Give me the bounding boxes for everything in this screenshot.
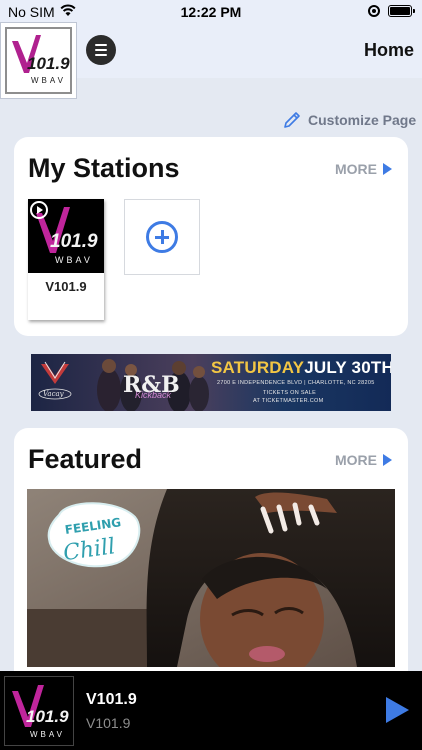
battery-icon: [388, 5, 415, 17]
clock: 12:22 PM: [180, 4, 242, 20]
featured-more-button[interactable]: MORE: [335, 452, 392, 468]
more-label: MORE: [335, 452, 377, 468]
now-playing-artwork: 101.9 WBAV: [4, 676, 74, 746]
ad-address: 2700 E INDEPENDENCE BLVD | CHARLOTTE, NC…: [217, 380, 375, 386]
ad-day: SATURDAY: [211, 358, 305, 377]
ad-date: JULY 30TH: [304, 358, 391, 377]
ad-tickets-line-1: TICKETS ON SALE: [263, 390, 317, 396]
menu-icon-line: [95, 49, 107, 51]
svg-text:WBAV: WBAV: [30, 730, 65, 739]
featured-card: Featured MORE FEELING Chill: [14, 428, 408, 688]
ad-event-subtitle: Kickback: [135, 390, 172, 400]
play-circle-icon: [30, 201, 48, 219]
station-logo[interactable]: 101.9 WBAV: [0, 22, 77, 99]
station-artwork: 101.9 WBAV: [28, 199, 104, 273]
now-playing-title: V101.9: [86, 691, 137, 708]
my-stations-more-button[interactable]: MORE: [335, 161, 392, 177]
customize-page-button[interactable]: Customize Page: [282, 110, 416, 130]
menu-button[interactable]: [86, 35, 116, 65]
pencil-icon: [284, 112, 300, 128]
svg-text:101.9: 101.9: [27, 54, 70, 73]
featured-image[interactable]: FEELING Chill: [27, 489, 395, 667]
play-arrow-icon: [383, 454, 392, 466]
orientation-lock-icon: [368, 5, 380, 17]
v1019-logo-icon: 101.9 WBAV: [5, 27, 72, 94]
svg-text:WBAV: WBAV: [55, 255, 93, 265]
v1019-logo-icon: 101.9 WBAV: [12, 685, 69, 739]
ad-banner[interactable]: Vacay R&B Kickback SATURDAYJULY 30TH 270…: [31, 354, 391, 411]
now-playing-subtitle: V101.9: [86, 715, 131, 731]
ad-brand: Vacay: [43, 390, 65, 398]
vacay-logo-icon: Vacay: [38, 361, 72, 400]
add-station-button[interactable]: [124, 199, 200, 275]
my-stations-card: My Stations MORE 101.9 WBAV V101.9: [14, 137, 408, 336]
menu-icon-line: [95, 54, 107, 56]
plus-circle-icon: [146, 221, 178, 253]
menu-icon: [95, 44, 107, 46]
ad-tickets-line-2: AT TICKETMASTER.COM: [253, 398, 324, 404]
station-label: V101.9: [45, 279, 87, 294]
svg-text:101.9: 101.9: [50, 231, 98, 252]
svg-text:101.9: 101.9: [26, 707, 69, 726]
svg-text:WBAV: WBAV: [31, 76, 66, 85]
now-playing-bar[interactable]: 101.9 WBAV V101.9 V101.9: [0, 671, 422, 750]
my-stations-title: My Stations: [28, 153, 180, 183]
page-title: Home: [363, 40, 414, 60]
play-icon[interactable]: [386, 697, 409, 723]
featured-title: Featured: [28, 444, 143, 474]
play-arrow-icon: [383, 163, 392, 175]
more-label: MORE: [335, 161, 377, 177]
station-tile[interactable]: 101.9 WBAV V101.9: [28, 199, 104, 320]
status-bar: No SIM 12:22 PM: [0, 0, 422, 24]
ad-headline: SATURDAYJULY 30TH: [211, 358, 391, 378]
customize-label: Customize Page: [308, 112, 417, 128]
